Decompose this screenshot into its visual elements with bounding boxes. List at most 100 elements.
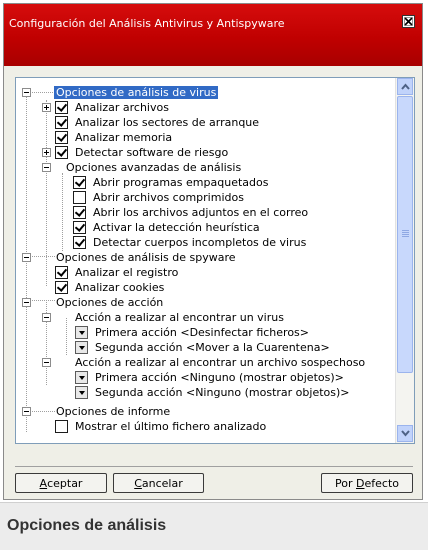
- node-label: Primera acción <Desinfectar ficheros>: [95, 326, 310, 339]
- node-label: Opciones avanzadas de análisis: [66, 161, 242, 174]
- title-bar: Configuración del Análisis Antivirus y A…: [4, 4, 422, 66]
- incomplete-bodies-checkbox[interactable]: [73, 236, 86, 249]
- button-label: ceptar: [47, 476, 83, 490]
- packed-programs-checkbox[interactable]: [73, 176, 86, 189]
- button-label: efecto: [364, 476, 399, 490]
- tree-node-incomplete-bodies[interactable]: Detectar cuerpos incompletos de virus: [16, 235, 394, 250]
- button-label: Por: [335, 476, 356, 490]
- tree-node-virus-first-action[interactable]: Primera acción <Desinfectar ficheros>: [16, 325, 394, 340]
- options-tree-panel: Opciones de análisis de virus Analizar a…: [15, 77, 415, 444]
- last-file-checkbox[interactable]: [55, 420, 68, 433]
- node-label: Analizar memoria: [75, 131, 173, 144]
- mail-attachments-checkbox[interactable]: [73, 206, 86, 219]
- expand-toggle[interactable]: [42, 103, 51, 112]
- node-label: Segunda acción <Ninguno (mostrar objetos…: [95, 386, 350, 399]
- scroll-down-button[interactable]: [397, 425, 413, 442]
- tree-node-suspect-action[interactable]: Acción a realizar al encontrar un archiv…: [16, 355, 394, 370]
- dialog-footer: Aceptar Cancelar Por Defecto: [15, 466, 413, 494]
- node-label: Segunda acción <Mover a la Cuarentena>: [95, 341, 330, 354]
- tree-node-report-options[interactable]: Opciones de informe: [16, 404, 394, 419]
- tree-node-boot-sectors[interactable]: Analizar los sectores de arranque: [16, 115, 394, 130]
- collapse-toggle[interactable]: [42, 358, 51, 367]
- tree-node-virus-action[interactable]: Acción a realizar al encontrar un virus: [16, 310, 394, 325]
- node-label: Analizar archivos: [75, 101, 169, 114]
- tree-node-suspect-second-action[interactable]: Segunda acción <Ninguno (mostrar objetos…: [16, 385, 394, 400]
- tree-node-risk-software[interactable]: Detectar software de riesgo: [16, 145, 394, 160]
- tree-node-registry[interactable]: Analizar el registro: [16, 265, 394, 280]
- close-icon: [404, 17, 413, 26]
- first-action-dropdown[interactable]: [75, 326, 88, 339]
- collapse-toggle[interactable]: [42, 313, 51, 322]
- cookies-checkbox[interactable]: [55, 281, 68, 294]
- mnemonic: C: [134, 476, 142, 490]
- tree-node-advanced-options[interactable]: Opciones avanzadas de análisis: [16, 160, 394, 175]
- node-label: Detectar software de riesgo: [75, 146, 229, 159]
- tree-node-packed-programs[interactable]: Abrir programas empaquetados: [16, 175, 394, 190]
- vertical-scrollbar[interactable]: [395, 78, 414, 443]
- collapse-toggle[interactable]: [22, 298, 31, 307]
- node-label: Abrir los archivos adjuntos en el correo: [93, 206, 309, 219]
- caption-bar: Opciones de análisis: [0, 502, 428, 550]
- node-label: Abrir programas empaquetados: [93, 176, 269, 189]
- node-label: Activar la detección heurística: [93, 221, 260, 234]
- node-label: Opciones de informe: [56, 405, 171, 418]
- node-label: Acción a realizar al encontrar un archiv…: [75, 356, 366, 369]
- thumb-grip: [402, 232, 409, 233]
- node-label: Opciones de acción: [56, 296, 164, 309]
- tree-node-analyze-files[interactable]: Analizar archivos: [16, 100, 394, 115]
- node-label: Primera acción <Ninguno (mostrar objetos…: [95, 371, 344, 384]
- close-button[interactable]: [402, 15, 415, 28]
- tree-node-last-file[interactable]: Mostrar el último fichero analizado: [16, 419, 394, 434]
- scrollbar-thumb[interactable]: [397, 96, 413, 373]
- node-label: Mostrar el último fichero analizado: [75, 420, 267, 433]
- tree-node-virus-options[interactable]: Opciones de análisis de virus: [16, 85, 394, 100]
- node-label: Opciones de análisis de spyware: [56, 251, 236, 264]
- thumb-grip: [402, 234, 409, 235]
- tree-node-cookies[interactable]: Analizar cookies: [16, 280, 394, 295]
- caption-text: Opciones de análisis: [7, 517, 167, 534]
- boot-sectors-checkbox[interactable]: [55, 116, 68, 129]
- node-label: Opciones de análisis de virus: [54, 86, 219, 99]
- accept-button[interactable]: Aceptar: [15, 473, 107, 493]
- tree-node-spyware-options[interactable]: Opciones de análisis de spyware: [16, 250, 394, 265]
- cancel-button[interactable]: Cancelar: [113, 473, 204, 493]
- default-button[interactable]: Por Defecto: [321, 473, 413, 493]
- tree-node-heuristic[interactable]: Activar la detección heurística: [16, 220, 394, 235]
- tree-node-suspect-first-action[interactable]: Primera acción <Ninguno (mostrar objetos…: [16, 370, 394, 385]
- scan-settings-dialog: Configuración del Análisis Antivirus y A…: [3, 3, 423, 500]
- chevron-up-icon: [401, 83, 410, 90]
- collapse-toggle[interactable]: [22, 88, 31, 97]
- analyze-memory-checkbox[interactable]: [55, 131, 68, 144]
- collapse-toggle[interactable]: [22, 253, 31, 262]
- thumb-grip: [402, 236, 409, 237]
- scroll-up-button[interactable]: [397, 78, 413, 95]
- collapse-toggle[interactable]: [42, 163, 51, 172]
- second-action-dropdown[interactable]: [75, 341, 88, 354]
- mnemonic: D: [356, 476, 365, 490]
- analyze-files-checkbox[interactable]: [55, 101, 68, 114]
- risk-software-checkbox[interactable]: [55, 146, 68, 159]
- tree-node-analyze-memory[interactable]: Analizar memoria: [16, 130, 394, 145]
- options-tree: Opciones de análisis de virus Analizar a…: [16, 78, 394, 443]
- second-action-dropdown[interactable]: [75, 386, 88, 399]
- node-label: Detectar cuerpos incompletos de virus: [93, 236, 307, 249]
- expand-toggle[interactable]: [42, 148, 51, 157]
- chevron-down-icon: [401, 430, 410, 437]
- first-action-dropdown[interactable]: [75, 371, 88, 384]
- node-label: Analizar los sectores de arranque: [75, 116, 260, 129]
- node-label: Analizar cookies: [75, 281, 165, 294]
- mnemonic: A: [39, 476, 48, 490]
- dialog-title: Configuración del Análisis Antivirus y A…: [9, 17, 285, 30]
- node-label: Analizar el registro: [75, 266, 179, 279]
- node-label: Acción a realizar al encontrar un virus: [75, 311, 284, 324]
- thumb-grip: [402, 230, 409, 231]
- tree-node-virus-second-action[interactable]: Segunda acción <Mover a la Cuarentena>: [16, 340, 394, 355]
- tree-node-mail-attachments[interactable]: Abrir los archivos adjuntos en el correo: [16, 205, 394, 220]
- compressed-files-checkbox[interactable]: [73, 191, 86, 204]
- registry-checkbox[interactable]: [55, 266, 68, 279]
- button-label: ancelar: [141, 476, 183, 490]
- heuristic-checkbox[interactable]: [73, 221, 86, 234]
- collapse-toggle[interactable]: [22, 407, 31, 416]
- tree-node-action-options[interactable]: Opciones de acción: [16, 295, 394, 310]
- tree-node-compressed-files[interactable]: Abrir archivos comprimidos: [16, 190, 394, 205]
